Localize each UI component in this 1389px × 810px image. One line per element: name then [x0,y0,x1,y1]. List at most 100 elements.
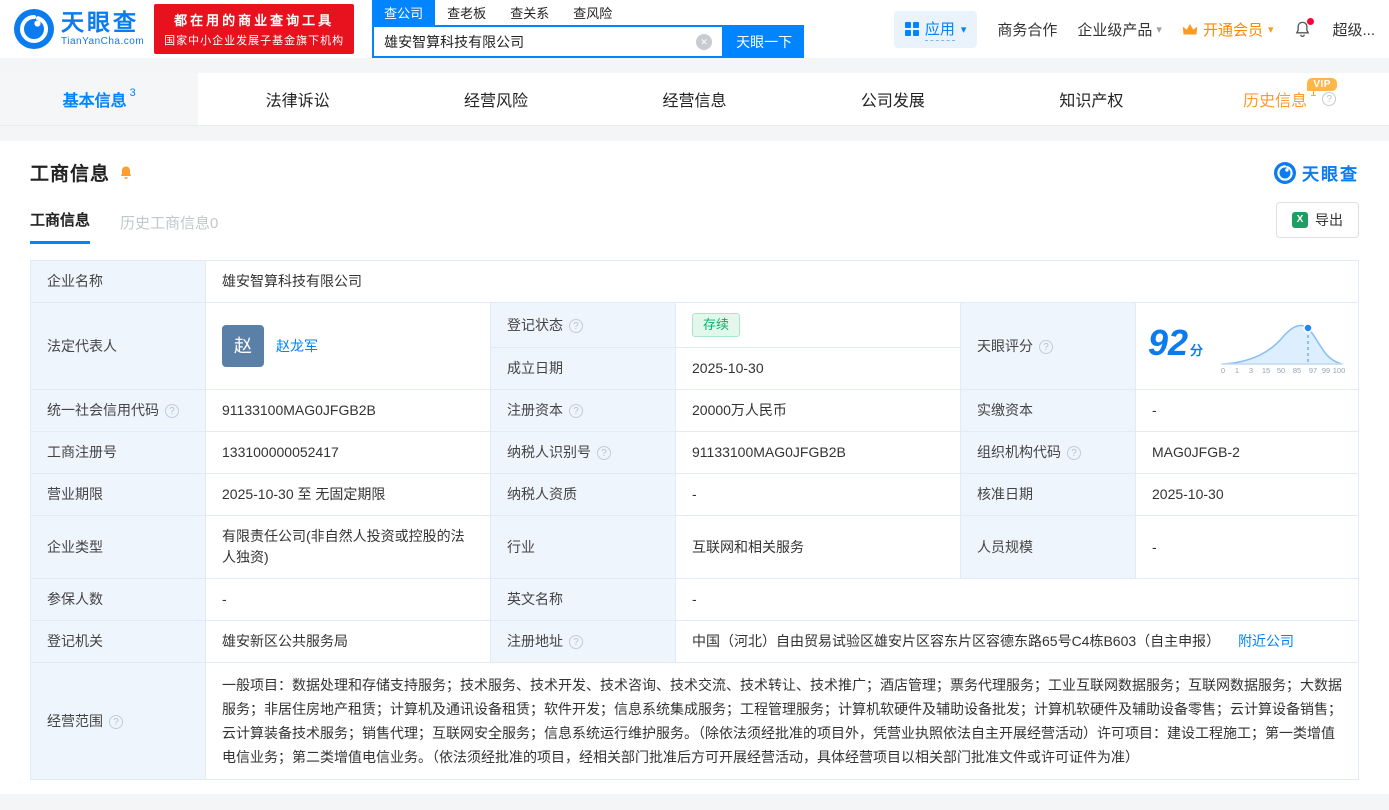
eye-logo-icon [14,9,54,49]
help-icon[interactable]: ? [597,446,611,460]
reg-status-label: 登记状态? [490,302,676,348]
tab-operation-risk[interactable]: 经营风险 [397,73,595,125]
reg-authority-label: 登记机关 [30,620,206,663]
taxpayer-id-value: 91133100MAG0JFGB2B [675,431,961,474]
subtab-history-business-info[interactable]: 历史工商信息0 [120,212,218,244]
table-row: 参保人数 - 英文名称 - [30,578,1359,621]
table-row: 营业期限 2025-10-30 至 无固定期限 纳税人资质 - 核准日期 202… [30,473,1359,516]
help-icon[interactable]: ? [165,404,179,418]
export-button[interactable]: X 导出 [1276,202,1359,238]
reg-capital-label-text: 注册资本 [507,402,563,418]
status-badge: 存续 [692,313,741,337]
help-icon[interactable]: ? [1039,339,1053,354]
english-name-label: 英文名称 [490,578,676,621]
svg-text:0: 0 [1221,366,1225,375]
search-tab-company[interactable]: 查公司 [372,0,436,25]
industry-value: 互联网和相关服务 [675,515,961,579]
business-term-label: 营业期限 [30,473,206,516]
company-detail-tabs: 基本信息 3 法律诉讼 经营风险 经营信息 公司发展 知识产权 历史信息 1 ?… [0,73,1389,125]
tianyancha-logo[interactable]: 天眼查 TianYanCha.com [14,9,144,49]
company-name-value: 雄安智算科技有限公司 [205,260,1359,303]
nearby-companies-link[interactable]: 附近公司 [1238,633,1294,649]
enterprise-product-label: 企业级产品 [1077,21,1153,39]
org-code-value: MAG0JFGB-2 [1135,431,1359,474]
notification-bell[interactable] [1293,17,1315,39]
search-input-wrap: ✕ [372,25,725,58]
monitor-bell-icon[interactable] [118,165,134,181]
business-scope-label-text: 经营范围 [47,712,103,729]
open-vip-link[interactable]: 开通会员 ▾ [1182,19,1274,40]
tab-operation-info[interactable]: 经营信息 [595,73,793,125]
score-cell: 92 分 0 1 3 15 50 85 97 99 100 [1135,302,1359,390]
tab-basic-info-label: 基本信息 [62,93,127,110]
tab-company-development[interactable]: 公司发展 [794,73,992,125]
company-name-label: 企业名称 [30,260,206,303]
svg-text:85: 85 [1293,366,1301,375]
export-label: 导出 [1315,212,1343,228]
taxpayer-id-label: 纳税人识别号? [490,431,676,474]
staff-size-label: 人员规模 [960,515,1136,579]
insured-count-value: - [205,578,491,621]
tab-history-info-label: 历史信息 [1243,93,1308,110]
reg-status-label-text: 登记状态 [507,316,563,333]
business-term-value: 2025-10-30 至 无固定期限 [205,473,491,516]
insured-count-label: 参保人数 [30,578,206,621]
legal-rep-link[interactable]: 赵龙军 [276,336,318,357]
help-icon[interactable]: ? [1067,446,1081,460]
paid-capital-label: 实缴资本 [960,389,1136,432]
svg-text:1: 1 [1235,366,1239,375]
section-title: 工商信息 [30,164,111,185]
tab-intellectual-property[interactable]: 知识产权 [992,73,1190,125]
credit-code-label-text: 统一社会信用代码 [47,402,159,418]
enterprise-product-link[interactable]: 企业级产品 ▾ [1077,19,1162,40]
org-code-label-text: 组织机构代码 [977,444,1061,460]
org-code-label: 组织机构代码? [960,431,1136,474]
watermark-brand-name: 天眼查 [1302,165,1359,184]
table-row: 企业名称 雄安智算科技有限公司 [30,260,1359,303]
approval-date-label: 核准日期 [960,473,1136,516]
super-vip-link[interactable]: 超级... [1332,19,1375,40]
help-icon[interactable]: ? [109,714,123,729]
chevron-down-icon: ▾ [1156,23,1162,36]
search-tab-relation[interactable]: 查关系 [498,0,561,25]
business-cooperation-link[interactable]: 商务合作 [997,19,1057,40]
help-icon[interactable]: ? [569,404,583,418]
reg-number-label: 工商注册号 [30,431,206,474]
legal-rep-avatar[interactable]: 赵 [222,325,264,367]
clear-search-icon[interactable]: ✕ [696,33,713,50]
english-name-value: - [675,578,1359,621]
svg-text:15: 15 [1262,366,1270,375]
reg-authority-value: 雄安新区公共服务局 [205,620,491,663]
help-icon[interactable]: ? [1322,92,1337,106]
tab-legal-proceedings[interactable]: 法律诉讼 [198,73,396,125]
reg-capital-value: 20000万人民币 [675,389,961,432]
tab-legal-proceedings-label: 法律诉讼 [265,93,330,110]
staff-size-value: - [1135,515,1359,579]
search-input[interactable] [384,33,697,50]
score-distribution-chart: 0 1 3 15 50 85 97 99 100 [1220,323,1345,375]
search-tab-boss[interactable]: 查老板 [435,0,498,25]
table-row: 登记机关 雄安新区公共服务局 注册地址? 中国（河北）自由贸易试验区雄安片区容东… [30,620,1359,663]
legal-rep-cell: 赵 赵龙军 [205,302,491,390]
tab-history-info[interactable]: 历史信息 1 ? VIP [1191,73,1389,125]
help-icon[interactable]: ? [569,318,583,333]
apps-button[interactable]: 应用 ▾ [893,10,978,48]
tab-basic-info[interactable]: 基本信息 3 [0,73,199,125]
help-icon[interactable]: ? [569,635,583,649]
open-vip-label: 开通会员 [1202,21,1263,39]
chevron-down-icon: ▾ [1267,23,1274,36]
subtab-row: 工商信息 历史工商信息0 X 导出 [30,202,1359,244]
brand-name: 天眼查 [61,9,139,35]
subtab-business-info[interactable]: 工商信息 [30,209,91,244]
credit-code-label: 统一社会信用代码? [30,389,206,432]
company-type-value: 有限责任公司(非自然人投资或控股的法人独资) [205,515,491,579]
tab-company-development-label: 公司发展 [860,93,925,110]
search-tab-risk[interactable]: 查风险 [561,0,624,25]
svg-text:50: 50 [1277,366,1285,375]
reg-capital-label: 注册资本? [490,389,676,432]
reg-number-value: 133100000052417 [205,431,491,474]
search-button[interactable]: 天眼一下 [724,25,805,58]
table-row: 企业类型 有限责任公司(非自然人投资或控股的法人独资) 行业 互联网和相关服务 … [30,515,1359,579]
establish-date-label: 成立日期 [490,347,676,390]
svg-text:3: 3 [1249,366,1253,375]
